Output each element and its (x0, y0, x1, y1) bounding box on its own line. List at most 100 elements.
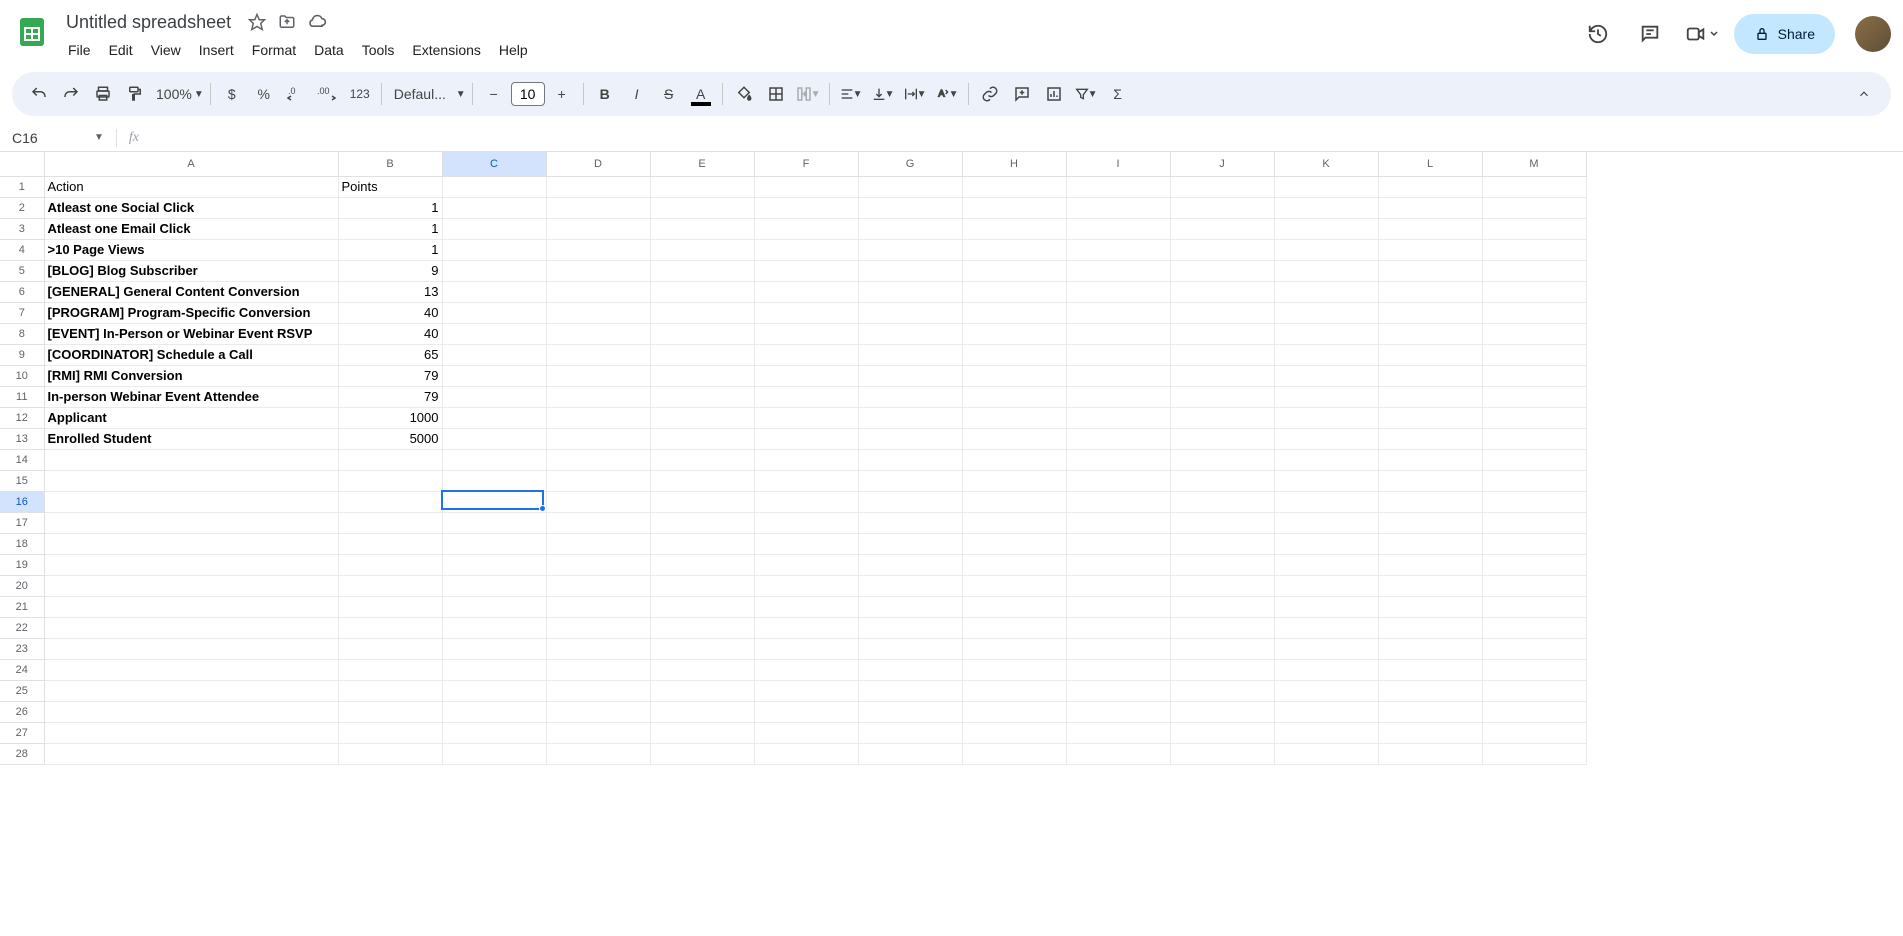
cell-L13[interactable] (1378, 428, 1482, 449)
cell-J13[interactable] (1170, 428, 1274, 449)
cell-J20[interactable] (1170, 575, 1274, 596)
menu-help[interactable]: Help (491, 38, 536, 62)
wrap-button[interactable]: ▼ (900, 79, 930, 109)
cell-G27[interactable] (858, 722, 962, 743)
cell-C8[interactable] (442, 323, 546, 344)
cell-E2[interactable] (650, 197, 754, 218)
cell-I7[interactable] (1066, 302, 1170, 323)
cell-D1[interactable] (546, 176, 650, 197)
cell-A13[interactable]: Enrolled Student (44, 428, 338, 449)
cell-B7[interactable]: 40 (338, 302, 442, 323)
cell-J4[interactable] (1170, 239, 1274, 260)
formula-input[interactable] (145, 124, 1903, 151)
cell-C10[interactable] (442, 365, 546, 386)
h-align-button[interactable]: ▼ (836, 79, 866, 109)
move-icon[interactable] (277, 12, 297, 32)
cell-D12[interactable] (546, 407, 650, 428)
cell-E27[interactable] (650, 722, 754, 743)
cell-I9[interactable] (1066, 344, 1170, 365)
cell-L10[interactable] (1378, 365, 1482, 386)
cell-A23[interactable] (44, 638, 338, 659)
cell-K5[interactable] (1274, 260, 1378, 281)
row-header-8[interactable]: 8 (0, 323, 44, 344)
menu-format[interactable]: Format (244, 38, 304, 62)
cell-H5[interactable] (962, 260, 1066, 281)
row-header-19[interactable]: 19 (0, 554, 44, 575)
cell-M6[interactable] (1482, 281, 1586, 302)
cell-C4[interactable] (442, 239, 546, 260)
cell-F21[interactable] (754, 596, 858, 617)
column-header-A[interactable]: A (44, 152, 338, 176)
cell-E5[interactable] (650, 260, 754, 281)
cell-K2[interactable] (1274, 197, 1378, 218)
cell-E23[interactable] (650, 638, 754, 659)
row-header-21[interactable]: 21 (0, 596, 44, 617)
cell-I11[interactable] (1066, 386, 1170, 407)
row-header-20[interactable]: 20 (0, 575, 44, 596)
menu-extensions[interactable]: Extensions (404, 38, 488, 62)
decrease-font-button[interactable]: − (479, 79, 509, 109)
cell-J25[interactable] (1170, 680, 1274, 701)
cell-B13[interactable]: 5000 (338, 428, 442, 449)
cell-I22[interactable] (1066, 617, 1170, 638)
cell-G8[interactable] (858, 323, 962, 344)
cell-C2[interactable] (442, 197, 546, 218)
cell-I12[interactable] (1066, 407, 1170, 428)
chart-button[interactable] (1039, 79, 1069, 109)
cell-I27[interactable] (1066, 722, 1170, 743)
row-header-24[interactable]: 24 (0, 659, 44, 680)
cell-K26[interactable] (1274, 701, 1378, 722)
cell-E6[interactable] (650, 281, 754, 302)
cell-D26[interactable] (546, 701, 650, 722)
cell-D2[interactable] (546, 197, 650, 218)
cell-L28[interactable] (1378, 743, 1482, 764)
cell-L8[interactable] (1378, 323, 1482, 344)
cell-B16[interactable] (338, 491, 442, 512)
cell-E28[interactable] (650, 743, 754, 764)
cell-E17[interactable] (650, 512, 754, 533)
cell-C15[interactable] (442, 470, 546, 491)
name-box[interactable] (8, 128, 88, 148)
cell-D9[interactable] (546, 344, 650, 365)
cell-D23[interactable] (546, 638, 650, 659)
cell-B4[interactable]: 1 (338, 239, 442, 260)
cell-E9[interactable] (650, 344, 754, 365)
row-header-12[interactable]: 12 (0, 407, 44, 428)
cell-G24[interactable] (858, 659, 962, 680)
cell-B6[interactable]: 13 (338, 281, 442, 302)
cell-J7[interactable] (1170, 302, 1274, 323)
cell-K10[interactable] (1274, 365, 1378, 386)
cell-M2[interactable] (1482, 197, 1586, 218)
cell-K16[interactable] (1274, 491, 1378, 512)
cell-F1[interactable] (754, 176, 858, 197)
cell-L21[interactable] (1378, 596, 1482, 617)
cell-M24[interactable] (1482, 659, 1586, 680)
cell-C28[interactable] (442, 743, 546, 764)
cell-D14[interactable] (546, 449, 650, 470)
cell-L15[interactable] (1378, 470, 1482, 491)
cell-B25[interactable] (338, 680, 442, 701)
cell-J23[interactable] (1170, 638, 1274, 659)
row-header-25[interactable]: 25 (0, 680, 44, 701)
cell-B2[interactable]: 1 (338, 197, 442, 218)
cell-I19[interactable] (1066, 554, 1170, 575)
cell-B21[interactable] (338, 596, 442, 617)
cell-F15[interactable] (754, 470, 858, 491)
cell-F6[interactable] (754, 281, 858, 302)
borders-button[interactable] (761, 79, 791, 109)
cell-J26[interactable] (1170, 701, 1274, 722)
cell-M4[interactable] (1482, 239, 1586, 260)
cell-B20[interactable] (338, 575, 442, 596)
cell-L24[interactable] (1378, 659, 1482, 680)
cell-G2[interactable] (858, 197, 962, 218)
cell-H4[interactable] (962, 239, 1066, 260)
name-box-dropdown[interactable]: ▼ (88, 132, 110, 143)
cell-C14[interactable] (442, 449, 546, 470)
cell-G11[interactable] (858, 386, 962, 407)
select-all-corner[interactable] (0, 152, 44, 176)
cell-I20[interactable] (1066, 575, 1170, 596)
cell-B3[interactable]: 1 (338, 218, 442, 239)
cell-E3[interactable] (650, 218, 754, 239)
cell-D6[interactable] (546, 281, 650, 302)
paint-format-button[interactable] (120, 79, 150, 109)
